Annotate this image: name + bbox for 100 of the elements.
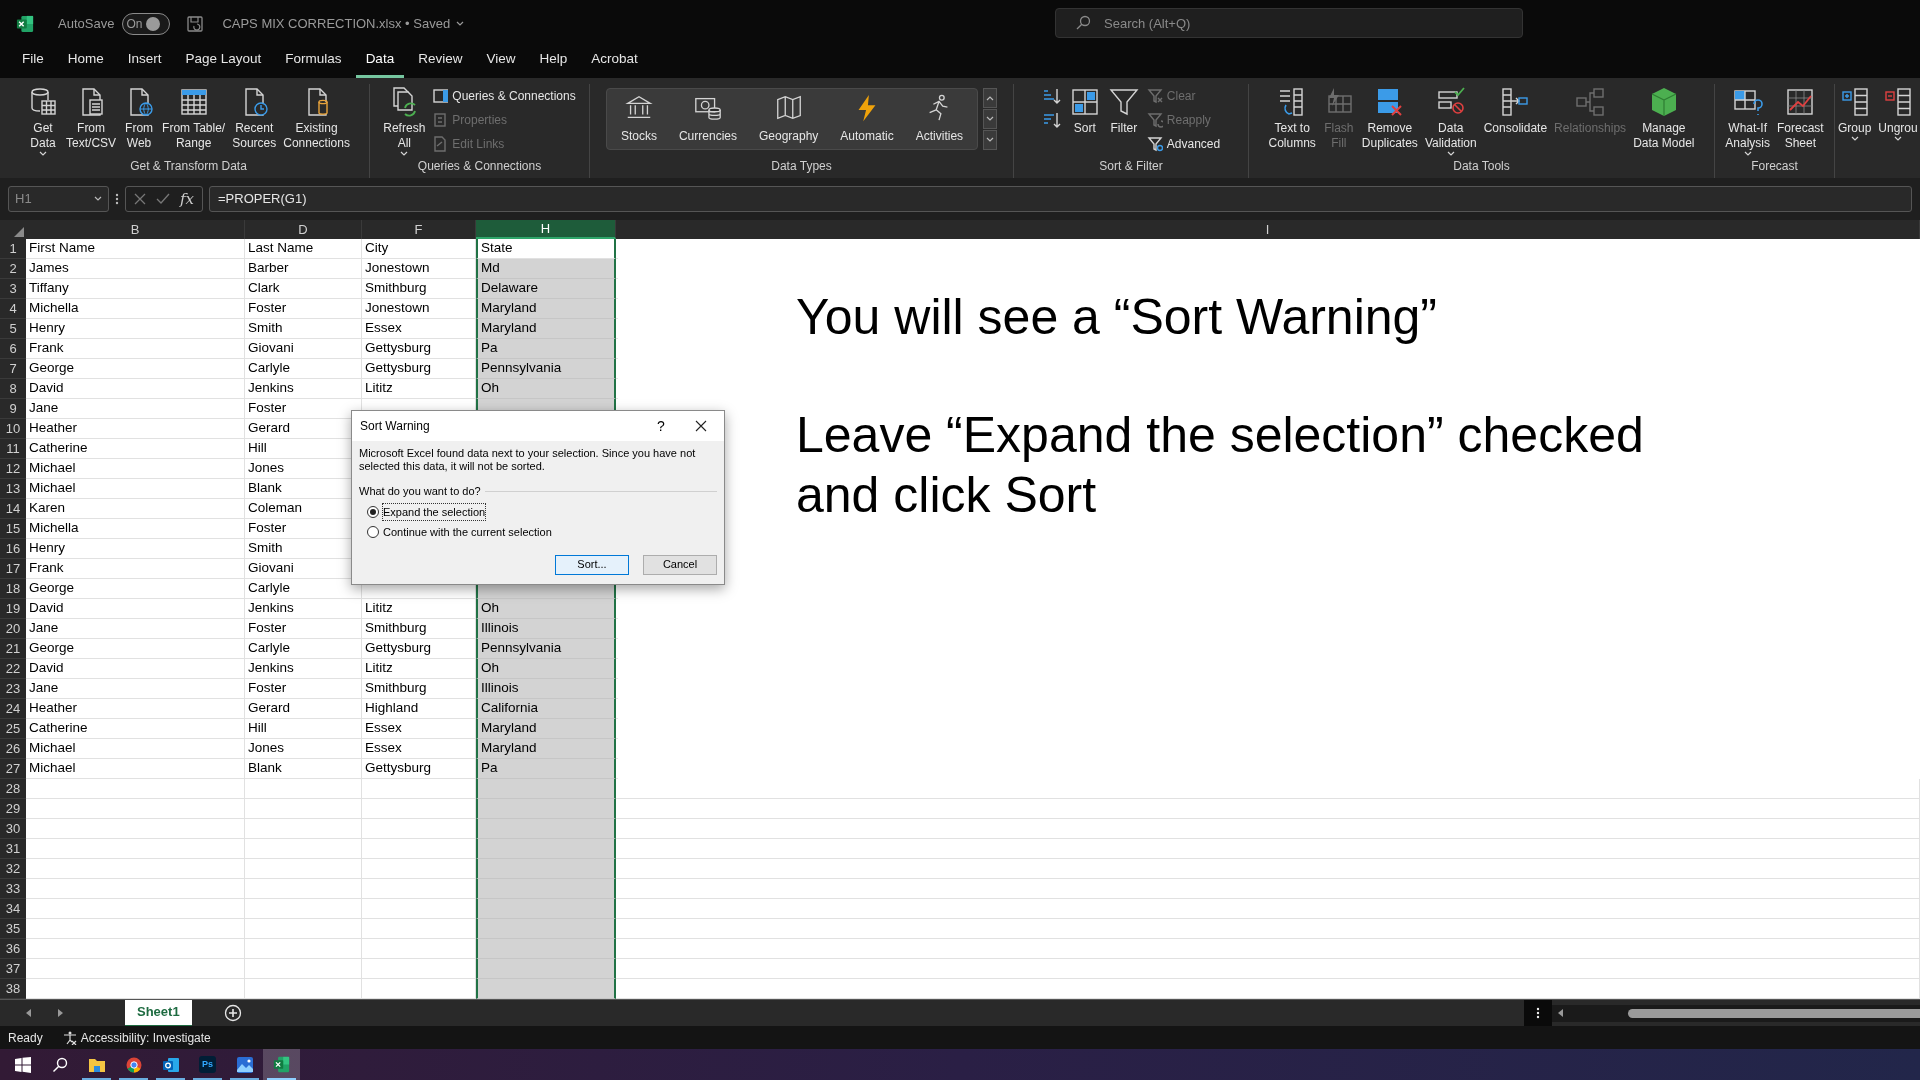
menu-tab[interactable]: Insert (117, 48, 172, 78)
data-type-button[interactable]: Geography (751, 93, 827, 145)
row-header[interactable]: 14 (0, 499, 26, 519)
menu-tab[interactable]: Review (408, 48, 473, 78)
row-header[interactable]: 4 (0, 299, 26, 319)
ribbon-button[interactable]: Recent Sources (229, 84, 280, 151)
gallery-up-button[interactable] (983, 88, 998, 108)
row-header[interactable]: 27 (0, 759, 26, 779)
row-header[interactable]: 7 (0, 359, 26, 379)
radio-option[interactable]: Continue with the current selection (367, 524, 717, 541)
row-header[interactable]: 10 (0, 419, 26, 439)
row-header[interactable]: 23 (0, 679, 26, 699)
sort-descending-button[interactable] (1041, 110, 1062, 130)
dialog-button[interactable]: Sort... (555, 554, 629, 575)
insert-function-button[interactable]: fx (180, 187, 194, 211)
ribbon-button[interactable]: Existing Connections (280, 84, 353, 151)
ribbon-button[interactable]: Get Data (24, 84, 63, 157)
menu-tab[interactable]: View (476, 48, 526, 78)
data-type-button[interactable]: Activities (907, 93, 972, 145)
autosave-toggle[interactable]: On (122, 12, 171, 35)
ribbon-button[interactable]: Filter (1104, 84, 1143, 136)
menu-tab[interactable]: Home (57, 48, 114, 78)
add-sheet-button[interactable] (223, 1004, 242, 1022)
row-header[interactable]: 30 (0, 819, 26, 839)
row-header[interactable]: 34 (0, 899, 26, 919)
row-header[interactable]: 6 (0, 339, 26, 359)
row-header[interactable]: 33 (0, 879, 26, 899)
radio-button[interactable] (367, 505, 379, 518)
ribbon-button[interactable]: Sort (1065, 84, 1104, 136)
ribbon-button[interactable]: Advanced (1146, 134, 1221, 154)
ribbon-button[interactable]: Refresh All (380, 84, 429, 157)
ribbon-button[interactable]: Manage Data Model (1630, 84, 1698, 151)
ribbon-button[interactable]: Consolidate (1480, 84, 1551, 136)
row-header[interactable]: 11 (0, 439, 26, 459)
row-header[interactable]: 24 (0, 699, 26, 719)
gallery-more-button[interactable] (983, 130, 998, 150)
menu-tab[interactable]: Page Layout (175, 48, 272, 78)
row-header[interactable]: 37 (0, 959, 26, 979)
menu-tab[interactable]: Help (529, 48, 578, 78)
table-cell: Pennsylvania (476, 359, 616, 379)
row-header[interactable]: 3 (0, 279, 26, 299)
row-header[interactable]: 16 (0, 539, 26, 559)
row-header[interactable]: 29 (0, 799, 26, 819)
row-header[interactable]: 15 (0, 519, 26, 539)
row-header[interactable]: 25 (0, 719, 26, 739)
row-header[interactable]: 35 (0, 919, 26, 939)
row-header[interactable]: 2 (0, 259, 26, 279)
row-header[interactable]: 1 (0, 239, 26, 259)
row-header[interactable]: 32 (0, 859, 26, 879)
ribbon-button[interactable]: From Text/CSV (63, 84, 120, 151)
row-header[interactable]: 5 (0, 319, 26, 339)
row-header[interactable]: 31 (0, 839, 26, 859)
row-header[interactable]: 28 (0, 779, 26, 799)
row-header[interactable]: 22 (0, 659, 26, 679)
menu-tab[interactable]: File (12, 48, 54, 78)
ribbon-button[interactable]: From Table/ Range (159, 84, 229, 151)
horizontal-scrollbar[interactable] (1552, 1004, 1920, 1022)
sort-ascending-button[interactable] (1041, 86, 1062, 106)
table-cell: Jenkins (245, 659, 362, 679)
ribbon-button[interactable]: Data Validation (1421, 84, 1480, 157)
radio-option[interactable]: Expand the selection (367, 503, 717, 520)
row-header[interactable]: 19 (0, 599, 26, 619)
file-title[interactable]: CAPS MIX CORRECTION.xlsx • Saved (222, 13, 465, 34)
row-header[interactable]: 13 (0, 479, 26, 499)
row-header[interactable]: 9 (0, 399, 26, 419)
row-header[interactable]: 38 (0, 979, 26, 999)
column-header[interactable]: H (476, 220, 616, 239)
row-header[interactable]: 8 (0, 379, 26, 399)
row-header[interactable]: 18 (0, 579, 26, 599)
row-header[interactable]: 36 (0, 939, 26, 959)
help-button[interactable]: ? (644, 415, 678, 437)
row-header[interactable]: 12 (0, 459, 26, 479)
row-header[interactable]: 21 (0, 639, 26, 659)
scrollbar-thumb[interactable] (1628, 1008, 1920, 1018)
ribbon-button[interactable]: Text to Columns (1265, 84, 1319, 151)
row-header[interactable]: 26 (0, 739, 26, 759)
menu-tab[interactable]: Acrobat (581, 48, 648, 78)
ribbon-button[interactable]: Forecast Sheet (1774, 84, 1827, 151)
data-type-button[interactable]: Currencies (670, 93, 745, 145)
ribbon-button[interactable]: What-If Analysis (1722, 84, 1773, 157)
dialog-button[interactable]: Cancel (643, 554, 717, 575)
data-type-button[interactable]: Stocks (612, 93, 665, 145)
dialog-title: Sort Warning (360, 418, 431, 435)
ribbon-button[interactable]: Remove Duplicates (1358, 84, 1421, 151)
ribbon-button[interactable]: Ungrou (1875, 84, 1920, 142)
taskbar-button[interactable]: Ps (189, 1049, 226, 1080)
row-header[interactable]: 17 (0, 559, 26, 579)
row-header[interactable]: 20 (0, 619, 26, 639)
ribbon-button[interactable]: Group (1835, 84, 1875, 142)
menu-tab[interactable]: Formulas (275, 48, 352, 78)
name-box[interactable]: H1 (8, 186, 109, 212)
accessibility-button[interactable]: Accessibility: Investigate (62, 1028, 211, 1047)
sheet-tab[interactable]: Sheet1 (125, 999, 192, 1027)
data-type-button[interactable]: Automatic (832, 93, 902, 145)
gallery-down-button[interactable] (983, 109, 998, 129)
ribbon-button[interactable]: From Web (120, 84, 159, 151)
radio-button[interactable] (367, 526, 379, 539)
formula-field[interactable]: =PROPER(G1) (209, 186, 1912, 212)
ribbon-button[interactable]: Queries & Connections (432, 86, 576, 106)
search-field[interactable]: Search (Alt+Q) (1055, 8, 1523, 38)
